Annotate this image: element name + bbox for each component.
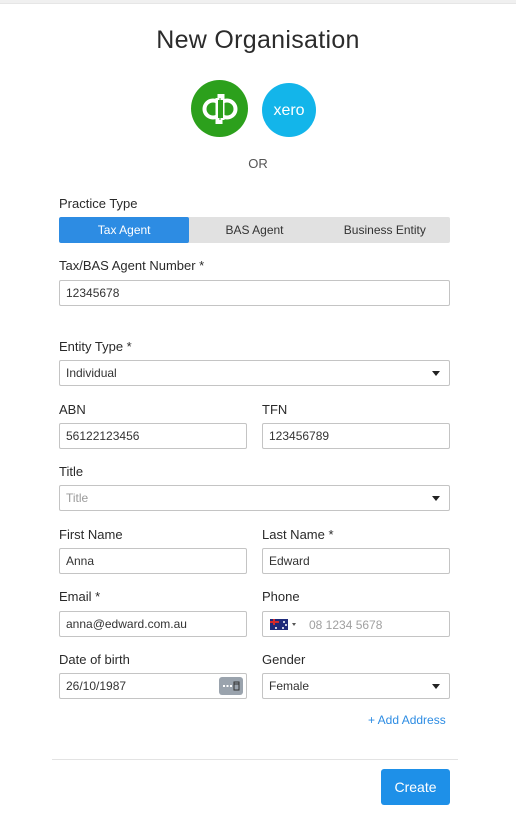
entity-type-value: Individual xyxy=(66,366,117,380)
entity-type-label: Entity Type * xyxy=(59,339,132,354)
footer-divider xyxy=(52,759,458,760)
abn-value: 56122123456 xyxy=(66,429,140,443)
first-name-input[interactable]: Anna xyxy=(59,548,247,574)
create-button[interactable]: Create xyxy=(381,769,450,805)
first-name-label: First Name xyxy=(59,527,123,542)
email-input[interactable]: anna@edward.com.au xyxy=(59,611,247,637)
agent-number-value: 12345678 xyxy=(66,286,120,300)
page-title: New Organisation xyxy=(156,26,360,54)
tfn-label: TFN xyxy=(262,402,288,417)
agent-number-label: Tax/BAS Agent Number * xyxy=(59,258,205,273)
gender-label: Gender xyxy=(262,652,306,667)
title-placeholder: Title xyxy=(66,491,89,505)
last-name-input[interactable]: Edward xyxy=(262,548,450,574)
quickbooks-logo-button[interactable] xyxy=(191,80,248,137)
practice-type-tax-agent[interactable]: Tax Agent xyxy=(59,217,190,243)
tfn-input[interactable]: 123456789 xyxy=(262,423,450,449)
chevron-down-icon xyxy=(432,496,440,501)
add-address-link[interactable]: + Add Address xyxy=(368,713,446,727)
gender-select[interactable]: Female xyxy=(262,673,450,699)
practice-type-business-entity[interactable]: Business Entity xyxy=(320,217,450,243)
email-value: anna@edward.com.au xyxy=(66,617,187,631)
phone-label: Phone xyxy=(262,589,300,604)
or-separator: OR xyxy=(248,156,268,171)
last-name-value: Edward xyxy=(269,554,310,568)
calendar-icon[interactable] xyxy=(219,677,243,695)
xero-icon: xero xyxy=(273,102,304,119)
australia-flag-icon[interactable] xyxy=(270,619,288,630)
practice-type-selector: Tax Agent BAS Agent Business Entity xyxy=(59,217,450,243)
chevron-down-icon xyxy=(432,684,440,689)
title-select[interactable]: Title xyxy=(59,485,450,511)
country-dropdown-icon[interactable] xyxy=(292,623,296,626)
title-label: Title xyxy=(59,464,84,479)
agent-number-input[interactable]: 12345678 xyxy=(59,280,450,306)
dob-input[interactable]: 26/10/1987 xyxy=(59,673,247,699)
entity-type-select[interactable]: Individual xyxy=(59,360,450,386)
practice-type-bas-agent[interactable]: BAS Agent xyxy=(189,217,319,243)
practice-type-label: Practice Type xyxy=(59,196,138,211)
dob-value: 26/10/1987 xyxy=(66,679,127,693)
first-name-value: Anna xyxy=(66,554,95,568)
abn-input[interactable]: 56122123456 xyxy=(59,423,247,449)
tfn-value: 123456789 xyxy=(269,429,330,443)
chevron-down-icon xyxy=(432,371,440,376)
email-label: Email * xyxy=(59,589,101,604)
top-bar xyxy=(0,0,516,4)
xero-logo-button[interactable]: xero xyxy=(262,83,316,137)
xero-logo-text: xero xyxy=(273,102,304,119)
dob-label: Date of birth xyxy=(59,652,130,667)
quickbooks-icon xyxy=(202,93,237,124)
phone-placeholder: 08 1234 5678 xyxy=(309,618,383,632)
phone-input[interactable]: 08 1234 5678 xyxy=(262,611,450,637)
gender-value: Female xyxy=(269,679,310,693)
abn-label: ABN xyxy=(59,402,86,417)
last-name-label: Last Name * xyxy=(262,527,334,542)
